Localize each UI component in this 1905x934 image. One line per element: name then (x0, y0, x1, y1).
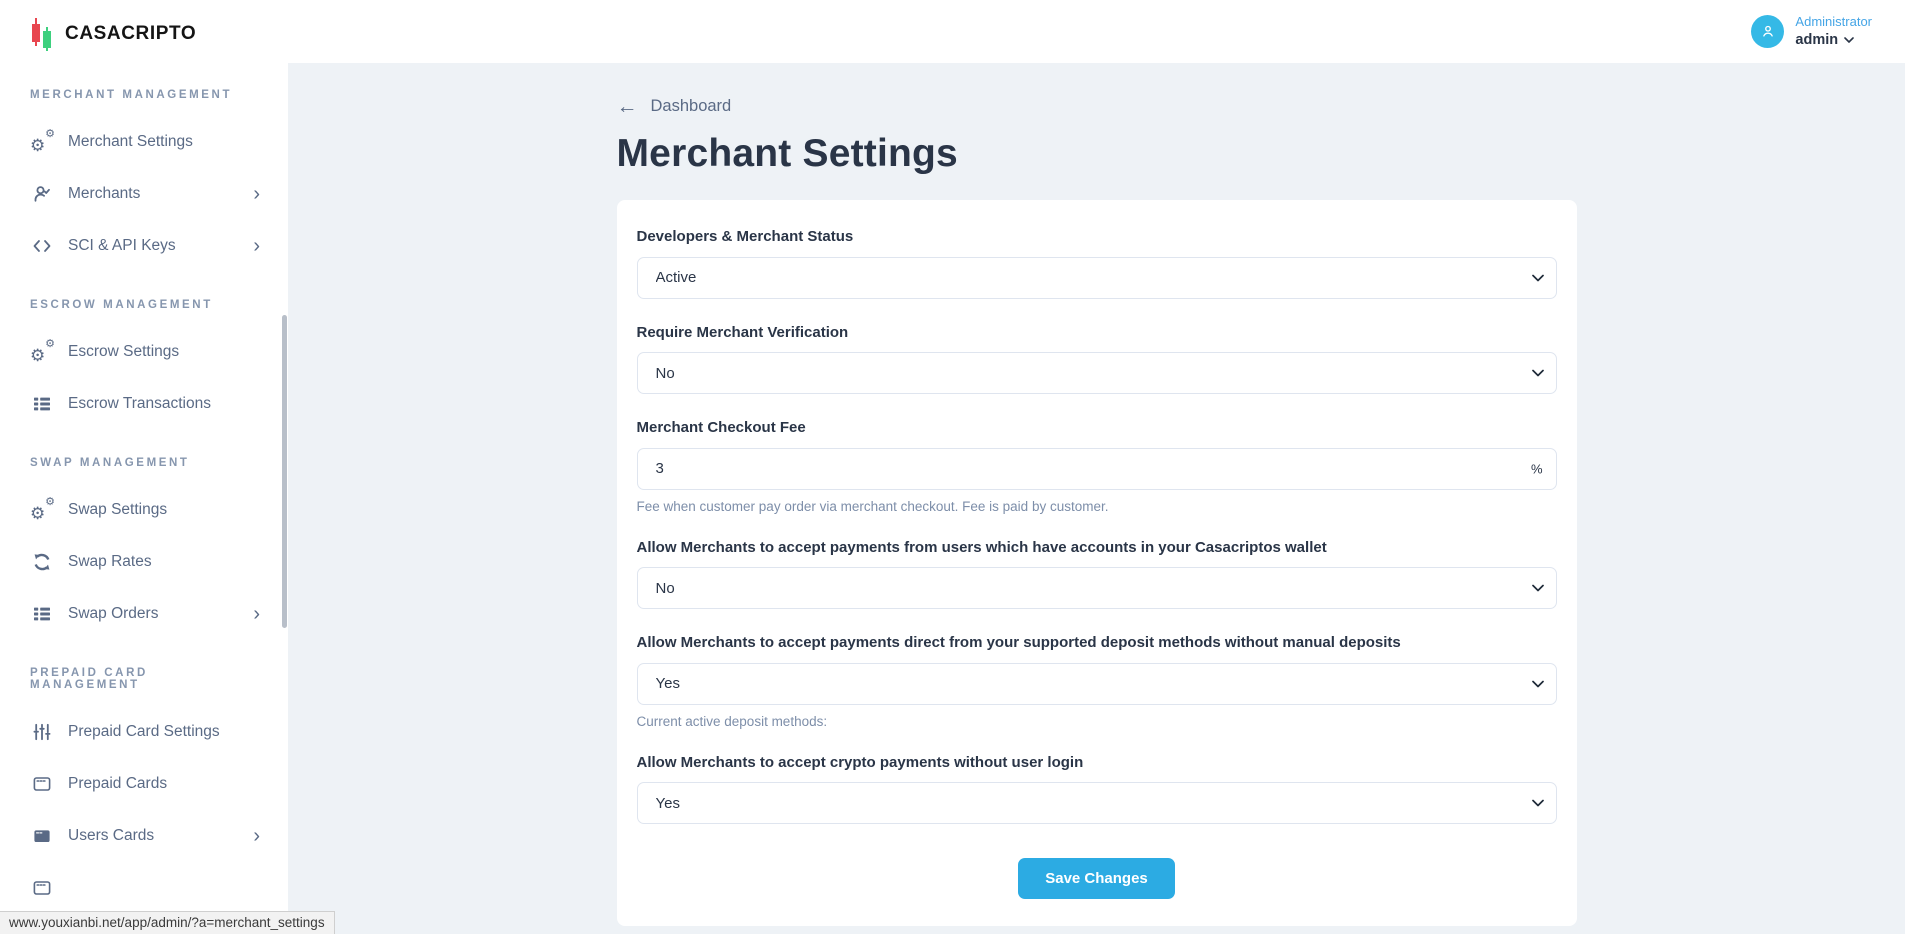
sidebar-item-label: Escrow Settings (68, 343, 260, 361)
chevron-down-icon (1844, 37, 1854, 43)
sidebar-item-label: Swap Settings (68, 501, 260, 519)
sidebar-scrollbar[interactable] (282, 315, 287, 628)
save-row: Save Changes (637, 848, 1557, 899)
field-label: Merchant Checkout Fee (637, 418, 1557, 438)
user-check-icon (30, 182, 54, 206)
refresh-icon (30, 550, 54, 574)
gears-icon: ⚙⚙ (30, 340, 54, 364)
avatar (1751, 15, 1784, 48)
sidebar-item-sci-api-keys[interactable]: SCI & API Keys› (0, 220, 288, 272)
status-url-bar: www.youxianbi.net/app/admin/?a=merchant_… (0, 911, 335, 934)
sidebar-item-label: Escrow Transactions (68, 395, 260, 413)
back-arrow-icon[interactable]: ← (617, 96, 638, 117)
sidebar-item-label: Users Cards (68, 827, 253, 845)
sidebar-item-label: Prepaid Cards (68, 775, 260, 793)
allow-merchants-to-accept-payments-from-users-which-have-accounts-in-your-casacriptos-wallet-select[interactable]: No (637, 567, 1557, 609)
sidebar: CASACRIPTO MERCHANT MANAGEMENT ⚙⚙ Merchant… (0, 0, 288, 934)
user-role: Administrator (1795, 14, 1872, 31)
candlestick-logo-icon (30, 16, 56, 52)
form-field-developers-merchant-status: Developers & Merchant Status Active (637, 227, 1557, 299)
brand-name: CASACRIPTO (65, 23, 196, 45)
list-icon (30, 602, 54, 626)
brand-logo[interactable]: CASACRIPTO (0, 0, 288, 52)
user-icon (1759, 22, 1777, 40)
field-label: Require Merchant Verification (637, 323, 1557, 343)
sidebar-item-merchants[interactable]: Merchants› (0, 168, 288, 220)
card-filled-icon (30, 824, 54, 848)
field-label: Allow Merchants to accept payments from … (637, 538, 1557, 558)
save-changes-button[interactable]: Save Changes (1018, 858, 1175, 899)
field-label: Developers & Merchant Status (637, 227, 1557, 247)
form-field-allow-merchants-to-accept-payments-direct-from-your-supported-deposit-methods-without-manual-deposits: Allow Merchants to accept payments direc… (637, 633, 1557, 729)
breadcrumb-dashboard-link[interactable]: Dashboard (651, 97, 732, 116)
field-helper-text: Current active deposit methods: (637, 714, 1557, 729)
chevron-right-icon: › (253, 184, 260, 204)
sidebar-item-escrow-transactions[interactable]: Escrow Transactions (0, 378, 288, 430)
sidebar-item-label: Merchant Settings (68, 133, 260, 151)
topbar: Administrator admin (288, 0, 1905, 63)
allow-merchants-to-accept-payments-direct-from-your-supported-deposit-methods-without-manual-deposits-select[interactable]: Yes (637, 663, 1557, 705)
sidebar-item-label: Swap Orders (68, 605, 253, 623)
user-username: admin (1795, 31, 1838, 50)
form-field-allow-merchants-to-accept-payments-from-users-which-have-accounts-in-your-casacriptos-wallet: Allow Merchants to accept payments from … (637, 538, 1557, 610)
field-label: Allow Merchants to accept crypto payment… (637, 753, 1557, 773)
allow-merchants-to-accept-crypto-payments-without-user-login-select[interactable]: Yes (637, 782, 1557, 824)
sidebar-item-swap-settings[interactable]: ⚙⚙ Swap Settings (0, 484, 288, 536)
sidebar-nav: MERCHANT MANAGEMENT ⚙⚙ Merchant Settings Me… (0, 52, 288, 914)
content-area: ← Dashboard Merchant Settings Developers… (288, 63, 1905, 934)
settings-form: Developers & Merchant Status Active Requir… (637, 227, 1557, 824)
merchant-checkout-fee-input[interactable] (637, 448, 1557, 490)
sidebar-item-users-cards[interactable]: Users Cards› (0, 810, 288, 862)
sidebar-item-prepaid-cards[interactable]: Prepaid Cards (0, 758, 288, 810)
main-column: Administrator admin ← Dashboard Merchant… (288, 0, 1905, 934)
form-field-merchant-checkout-fee: Merchant Checkout Fee%Fee when customer … (637, 418, 1557, 514)
chevron-right-icon: › (253, 826, 260, 846)
sidebar-item-escrow-settings[interactable]: ⚙⚙ Escrow Settings (0, 326, 288, 378)
field-label: Allow Merchants to accept payments direc… (637, 633, 1557, 653)
gears-icon: ⚙⚙ (30, 130, 54, 154)
code-icon (30, 234, 54, 258)
nav-section-heading: SWAP MANAGEMENT (0, 430, 288, 484)
sidebar-item-swap-orders[interactable]: Swap Orders› (0, 588, 288, 640)
require-merchant-verification-select[interactable]: No (637, 352, 1557, 394)
developers-merchant-status-select[interactable]: Active (637, 257, 1557, 299)
user-info: Administrator admin (1795, 14, 1872, 50)
card-icon (30, 772, 54, 796)
sidebar-item-prepaid-card-settings[interactable]: Prepaid Card Settings (0, 706, 288, 758)
sidebar-item-swap-rates[interactable]: Swap Rates (0, 536, 288, 588)
nav-section-heading: MERCHANT MANAGEMENT (0, 62, 288, 116)
form-field-require-merchant-verification: Require Merchant Verification No (637, 323, 1557, 395)
user-menu[interactable]: Administrator admin (1751, 14, 1872, 50)
sidebar-item-label: Swap Rates (68, 553, 260, 571)
list-icon (30, 392, 54, 416)
gears-icon: ⚙⚙ (30, 498, 54, 522)
breadcrumb: ← Dashboard (617, 96, 1577, 117)
nav-section-heading: ESCROW MANAGEMENT (0, 272, 288, 326)
app-root: CASACRIPTO MERCHANT MANAGEMENT ⚙⚙ Merchant… (0, 0, 1905, 934)
field-helper-text: Fee when customer pay order via merchant… (637, 499, 1557, 514)
sidebar-item-label: Merchants (68, 185, 253, 203)
settings-card: Developers & Merchant Status Active Requir… (617, 200, 1577, 926)
nav-section-heading: PREPAID CARD MANAGEMENT (0, 640, 288, 706)
chevron-right-icon: › (253, 604, 260, 624)
card-icon (30, 876, 54, 900)
chevron-right-icon: › (253, 236, 260, 256)
sidebar-item-partial[interactable] (0, 862, 288, 914)
form-field-allow-merchants-to-accept-crypto-payments-without-user-login: Allow Merchants to accept crypto payment… (637, 753, 1557, 825)
sidebar-item-label: Prepaid Card Settings (68, 723, 260, 741)
sidebar-item-merchant-settings[interactable]: ⚙⚙ Merchant Settings (0, 116, 288, 168)
sliders-icon (30, 720, 54, 744)
page-title: Merchant Settings (617, 132, 1577, 176)
sidebar-item-label: SCI & API Keys (68, 237, 253, 255)
